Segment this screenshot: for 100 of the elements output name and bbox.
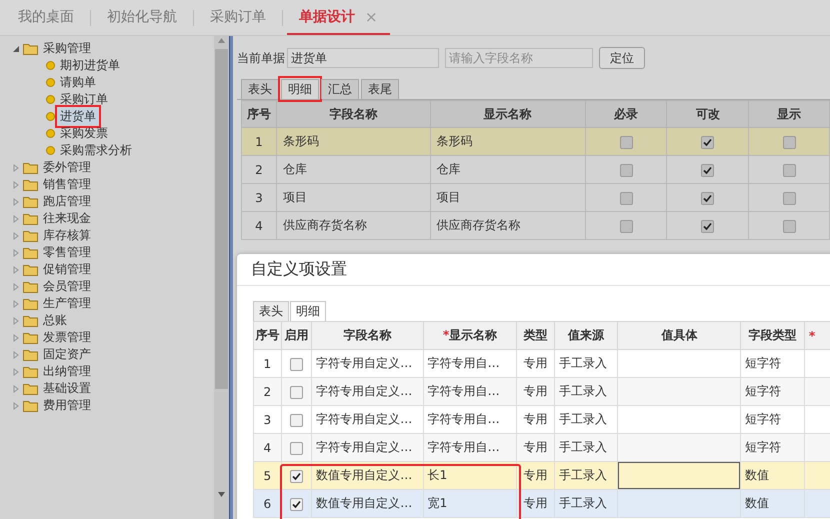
column-header: 值来源 [568, 328, 604, 342]
tree-item[interactable]: 固定资产 [41, 346, 93, 363]
cell-editor[interactable] [618, 462, 741, 490]
tree-item[interactable]: 跑店管理 [41, 193, 93, 210]
checkbox[interactable] [620, 136, 633, 149]
checkbox[interactable] [782, 136, 796, 149]
checkbox[interactable] [620, 192, 633, 205]
bullet-icon [46, 78, 55, 87]
search-field[interactable]: 请输入字段名称 [445, 48, 593, 68]
column-header: 值具体 [661, 328, 698, 342]
document-field[interactable]: 进货单 [287, 48, 439, 68]
dialog-title: 自定义项设置 [251, 259, 347, 280]
tree-item[interactable]: 生产管理 [41, 295, 93, 312]
folder-icon [23, 332, 38, 344]
collapsed-caret-icon[interactable] [12, 180, 20, 188]
checkbox[interactable] [620, 164, 633, 177]
tab[interactable]: 表头 [241, 79, 279, 99]
column-header: 序号 [255, 328, 280, 342]
tree-item[interactable]: 采购管理 [41, 40, 93, 57]
folder-icon [23, 264, 38, 276]
collapsed-caret-icon[interactable] [12, 300, 20, 308]
tree-item[interactable]: 促销管理 [41, 261, 93, 278]
tree-item[interactable]: 进货单 [58, 108, 98, 125]
tree-item[interactable]: 往来现金 [41, 210, 93, 227]
folder-icon [23, 212, 38, 224]
bullet-icon [46, 112, 55, 121]
scroll-up-icon[interactable] [218, 38, 225, 43]
table-cell: 专用 [516, 490, 554, 518]
collapsed-caret-icon[interactable] [12, 282, 20, 290]
tab[interactable]: 明细 [281, 79, 319, 99]
bullet-icon [46, 61, 55, 70]
collapsed-caret-icon[interactable] [12, 266, 20, 274]
tree-item[interactable]: 采购订单 [58, 91, 110, 108]
collapsed-caret-icon[interactable] [12, 248, 20, 256]
checkbox[interactable] [290, 470, 303, 483]
collapsed-caret-icon[interactable] [12, 198, 20, 206]
checkbox[interactable] [290, 386, 303, 399]
folder-icon [23, 230, 38, 242]
required-mark: * [808, 328, 816, 342]
tree-item[interactable]: 请购单 [58, 74, 98, 91]
collapsed-caret-icon[interactable] [12, 334, 20, 342]
tree-item[interactable]: 出纳管理 [41, 363, 93, 380]
checkbox[interactable] [782, 220, 796, 233]
collapsed-caret-icon[interactable] [12, 214, 20, 222]
checkbox[interactable] [782, 192, 796, 205]
tree-item[interactable]: 会员管理 [41, 278, 93, 295]
table-cell: 宽1 [423, 490, 517, 518]
column-header: 类型 [524, 328, 548, 342]
table-cell: 数值专用自定义… [312, 490, 424, 518]
checkbox[interactable] [290, 498, 303, 511]
locate-button[interactable]: 定位 [599, 47, 645, 69]
table-cell: 4 [242, 212, 276, 240]
checkbox[interactable] [620, 220, 633, 233]
tree-item[interactable]: 采购发票 [58, 125, 110, 142]
bullet-icon [46, 129, 55, 138]
bullet-icon [46, 95, 55, 104]
collapsed-caret-icon[interactable] [12, 368, 20, 376]
checkbox[interactable] [290, 414, 303, 427]
checkbox[interactable] [701, 164, 714, 177]
table-cell: 数值 [740, 490, 804, 518]
tree-item[interactable]: 总账 [41, 312, 69, 329]
tree-item[interactable]: 零售管理 [41, 244, 93, 261]
collapsed-caret-icon[interactable] [12, 402, 20, 410]
checkbox[interactable] [782, 164, 796, 177]
folder-icon [23, 366, 38, 378]
folder-icon [23, 382, 38, 394]
collapsed-caret-icon[interactable] [12, 350, 20, 358]
column-header: 显示名称 [430, 100, 586, 128]
tree-item[interactable]: 采购需求分析 [58, 142, 134, 159]
folder-icon [23, 196, 38, 208]
expanded-caret-icon[interactable] [12, 44, 20, 52]
checkbox[interactable] [701, 136, 714, 149]
checkbox[interactable] [290, 442, 303, 455]
folder-icon [23, 314, 38, 326]
tree-item[interactable]: 费用管理 [41, 397, 93, 414]
tree-item[interactable]: 基础设置 [41, 380, 93, 397]
tab[interactable]: 表头 [253, 301, 289, 321]
checkbox[interactable] [290, 358, 303, 371]
tree-item[interactable]: 委外管理 [41, 159, 93, 176]
tab[interactable]: 明细 [290, 301, 326, 321]
scroll-down-icon[interactable] [218, 492, 225, 497]
tree-item[interactable]: 销售管理 [41, 176, 93, 193]
scrollbar[interactable] [214, 36, 229, 519]
column-header: 字段名称 [276, 100, 430, 128]
tree-item[interactable]: 期初进货单 [58, 57, 122, 74]
column-header: 必录 [585, 100, 667, 128]
folder-icon [23, 280, 38, 292]
tab[interactable]: 表尾 [361, 79, 399, 99]
collapsed-caret-icon[interactable] [12, 232, 20, 240]
checkbox[interactable] [701, 220, 714, 233]
collapsed-caret-icon[interactable] [12, 384, 20, 392]
column-header: 字段类型 [748, 328, 796, 342]
tab[interactable]: 汇总 [321, 79, 359, 99]
checkbox[interactable] [701, 192, 714, 205]
tree-item[interactable]: 库存核算 [41, 227, 93, 244]
collapsed-caret-icon[interactable] [12, 164, 20, 172]
tree-item[interactable]: 发票管理 [41, 329, 93, 346]
folder-icon [23, 400, 38, 412]
collapsed-caret-icon[interactable] [12, 316, 20, 324]
column-header: 序号 [242, 100, 276, 128]
